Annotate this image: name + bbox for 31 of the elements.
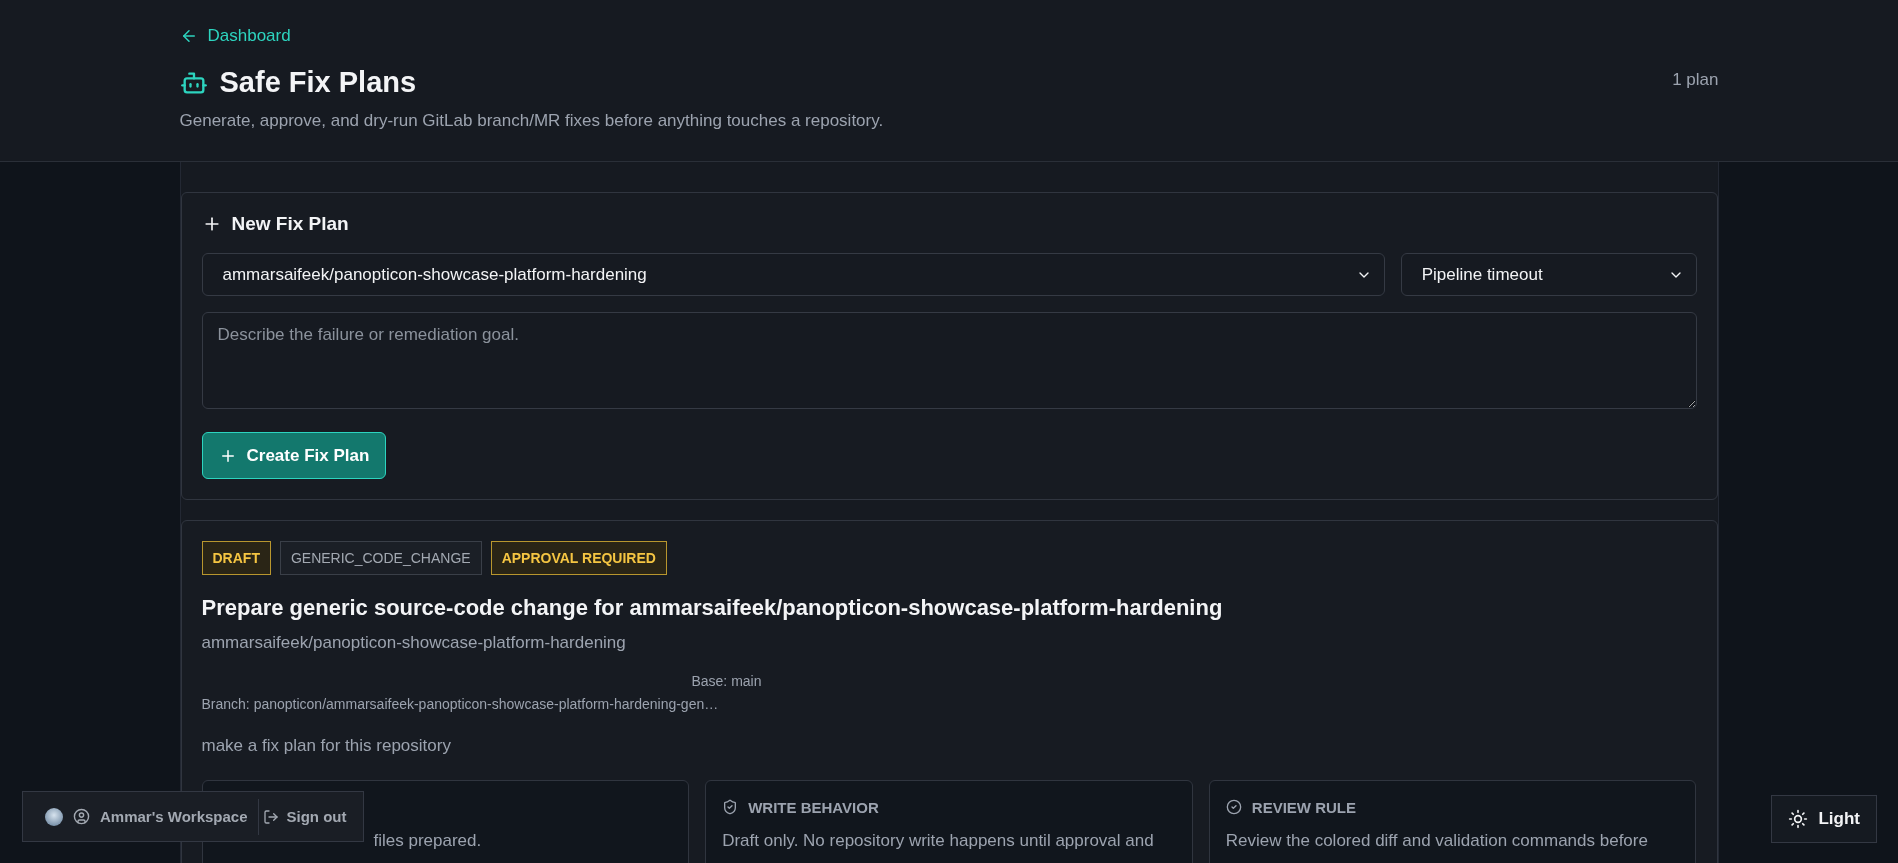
category-select[interactable]: Pipeline timeout	[1400, 253, 1697, 296]
workspace-name: Ammar's Workspace	[100, 808, 248, 825]
info-text: Review the colored diff and validation commands before	[1225, 830, 1649, 852]
info-text: Draft only. No repository write happens until approval and	[722, 830, 1155, 852]
shield-check-icon	[722, 799, 739, 815]
theme-toggle-button[interactable]: Light	[1771, 795, 1877, 843]
page-title: Safe Fix Plans	[219, 66, 417, 99]
base-branch: Base: main	[691, 673, 762, 689]
circle-check-icon	[1225, 799, 1242, 815]
user-icon	[73, 808, 90, 825]
page-subtitle: Generate, approve, and dry-run GitLab branch/MR fixes before anything touches a repository.	[179, 111, 884, 131]
info-text: files prepared.	[372, 830, 483, 852]
status-badge: APPROVAL REQUIRED	[490, 541, 667, 575]
status-badge: DRAFT	[201, 541, 271, 575]
avatar	[45, 807, 63, 826]
info-heading: WRITE BEHAVIOR	[748, 798, 879, 816]
sign-out-button[interactable]: Sign out	[258, 808, 351, 825]
goal-input[interactable]: Describe the failure or remediation goal.	[201, 312, 1697, 409]
repository-select[interactable]: ammarsaifeek/panopticon-showcase-platform-hardening	[201, 253, 1385, 296]
plan-title: Prepare generic source-code change for ammarsaifeek/panopticon-showcase-platform-hardening	[201, 595, 1224, 621]
sign-out-icon	[262, 808, 279, 825]
dashboard-link[interactable]: Dashboard	[179, 26, 291, 46]
status-badge: GENERIC_CODE_CHANGE	[279, 541, 482, 575]
plan-repository: ammarsaifeek/panopticon-showcase-platform-hardening	[201, 633, 627, 653]
info-heading: REVIEW RULE	[1251, 798, 1356, 816]
branch-name: Branch: panopticon/ammarsaifeek-panopticon-showcase-platform-hardening-gen…	[201, 696, 720, 712]
plan-description: make a fix plan for this repository	[201, 736, 452, 756]
card-title: New Fix Plan	[231, 213, 349, 235]
sun-icon	[1788, 809, 1809, 829]
create-fix-plan-button[interactable]: Create Fix Plan	[201, 432, 387, 479]
plan-count: 1 plan	[1672, 70, 1719, 90]
